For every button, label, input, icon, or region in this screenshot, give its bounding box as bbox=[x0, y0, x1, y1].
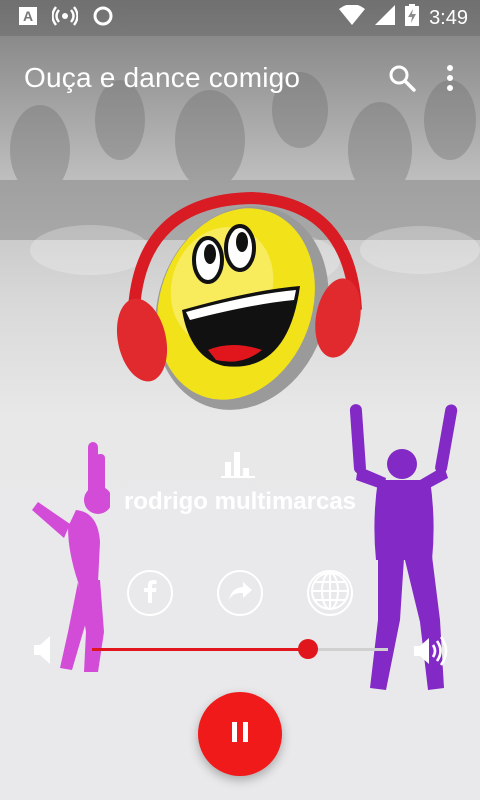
share-button[interactable] bbox=[217, 570, 263, 616]
android-a-icon: A bbox=[18, 6, 38, 31]
volume-slider-thumb[interactable] bbox=[298, 639, 319, 659]
wifi-icon bbox=[339, 4, 366, 31]
status-bar: A 3:49 bbox=[0, 0, 480, 36]
equalizer-icon bbox=[221, 452, 255, 478]
station-logo bbox=[116, 191, 362, 410]
volume-mute-icon[interactable] bbox=[34, 636, 52, 669]
volume-max-icon[interactable] bbox=[414, 636, 448, 671]
circle-icon bbox=[92, 5, 114, 32]
svg-text:A: A bbox=[23, 8, 33, 24]
clock-time: 3:49 bbox=[429, 6, 468, 29]
hotspot-icon bbox=[51, 5, 79, 31]
station-name: rodrigo multimarcas bbox=[123, 488, 357, 515]
app-title: Ouça e dance comigo bbox=[24, 62, 301, 93]
search-icon[interactable] bbox=[378, 54, 426, 102]
volume-slider[interactable] bbox=[92, 639, 388, 659]
signal-icon bbox=[375, 5, 396, 31]
pause-button[interactable] bbox=[198, 692, 282, 776]
share-icon bbox=[227, 580, 253, 607]
app-toolbar: Ouça e dance comigo bbox=[0, 36, 480, 120]
battery-charging-icon bbox=[405, 4, 420, 32]
volume-slider-fill bbox=[92, 648, 309, 651]
pause-icon bbox=[231, 721, 249, 747]
facebook-icon bbox=[142, 579, 158, 608]
more-vert-icon[interactable] bbox=[426, 54, 474, 102]
website-button[interactable] bbox=[307, 570, 353, 616]
globe-icon bbox=[310, 571, 350, 616]
facebook-button[interactable] bbox=[127, 570, 173, 616]
